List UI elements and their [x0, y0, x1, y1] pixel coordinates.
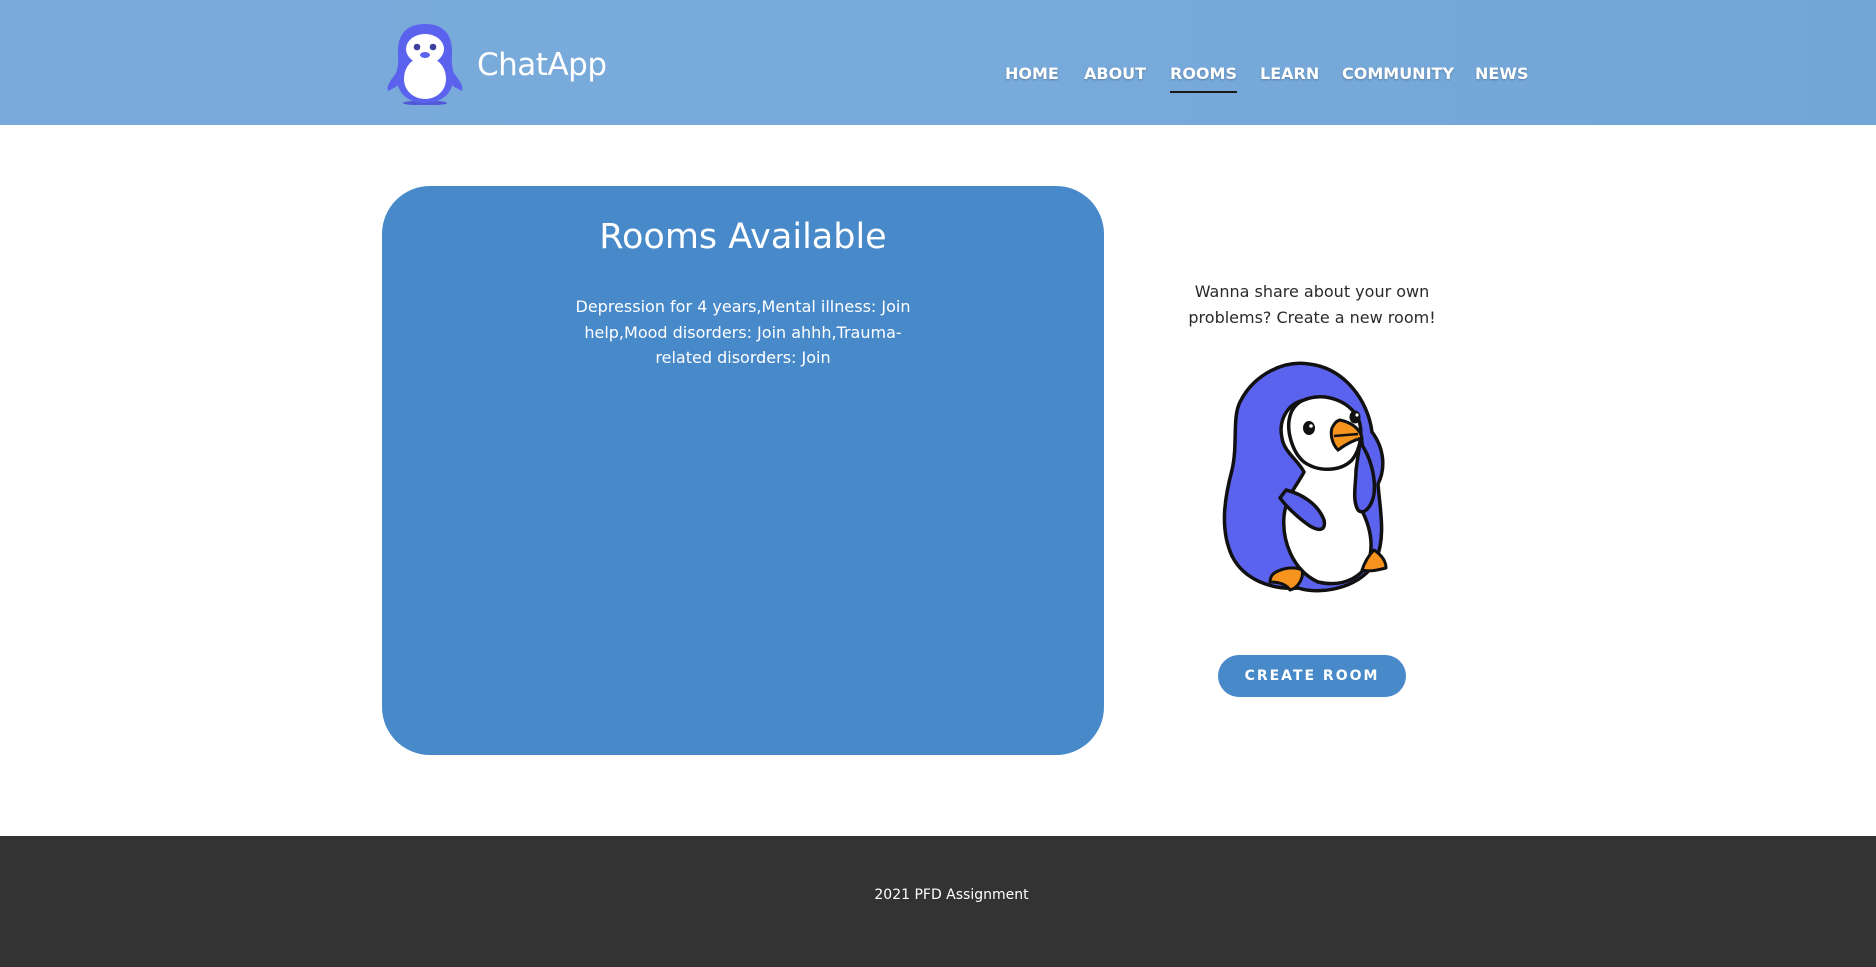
nav-learn[interactable]: LEARN	[1260, 64, 1319, 84]
nav-community[interactable]: COMMUNITY	[1342, 64, 1454, 84]
penguin-illustration	[1222, 361, 1388, 593]
site-header: ChatApp HOME ABOUT ROOMS LEARN COMMUNITY…	[0, 0, 1876, 125]
create-room-prompt: Wanna share about your own problems? Cre…	[1188, 282, 1436, 327]
rooms-list[interactable]: Depression for 4 years,Mental illness: J…	[573, 294, 913, 371]
main-nav: HOME ABOUT ROOMS LEARN COMMUNITY NEWS	[0, 64, 1876, 94]
nav-news[interactable]: NEWS	[1475, 64, 1529, 84]
site-footer: 2021 PFD Assignment	[0, 836, 1876, 967]
create-room-button[interactable]: CREATE ROOM	[1218, 655, 1406, 697]
rooms-panel: Rooms Available Depression for 4 years,M…	[382, 186, 1104, 755]
nav-rooms[interactable]: ROOMS	[1170, 64, 1237, 93]
nav-about[interactable]: ABOUT	[1084, 64, 1146, 84]
rooms-title: Rooms Available	[599, 217, 887, 257]
nav-home[interactable]: HOME	[1005, 64, 1059, 84]
footer-copyright: 2021 PFD Assignment	[874, 887, 1029, 903]
